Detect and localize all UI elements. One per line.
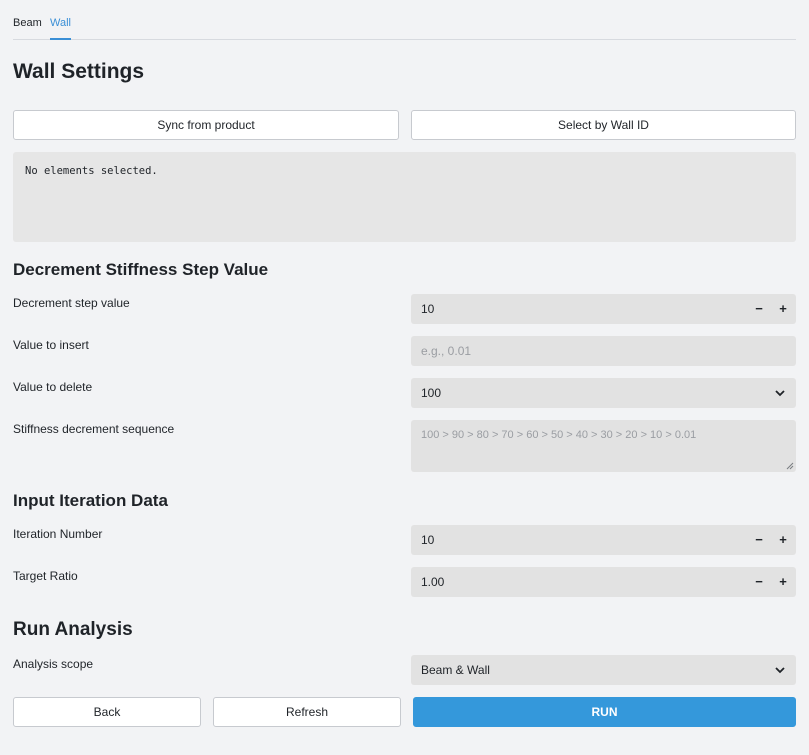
target-ratio-label: Target Ratio <box>13 569 78 583</box>
decrement-step-minus-button[interactable]: − <box>749 294 769 324</box>
decrement-step-label: Decrement step value <box>13 296 130 310</box>
analysis-scope-label: Analysis scope <box>13 657 94 671</box>
select-by-wall-id-button[interactable]: Select by Wall ID <box>411 110 796 140</box>
iteration-number-value[interactable]: 10 <box>421 533 434 547</box>
selection-output: No elements selected. <box>13 152 796 242</box>
target-ratio-minus-button[interactable]: − <box>749 567 769 597</box>
run-heading: Run Analysis <box>13 619 133 640</box>
iteration-number-minus-button[interactable]: − <box>749 525 769 555</box>
iteration-number-stepper[interactable]: 10 − + <box>411 525 796 555</box>
tab-beam[interactable]: Beam <box>13 15 42 40</box>
tab-wall[interactable]: Wall <box>50 15 71 40</box>
insert-value-label: Value to insert <box>13 338 89 352</box>
target-ratio-stepper[interactable]: 1.00 − + <box>411 567 796 597</box>
delete-value-selected: 100 <box>421 386 442 400</box>
analysis-scope-select[interactable]: Beam & Wall <box>411 655 796 685</box>
sync-from-product-button[interactable]: Sync from product <box>13 110 399 140</box>
chevron-down-icon[interactable] <box>774 387 786 399</box>
iteration-heading: Input Iteration Data <box>13 491 168 510</box>
back-button[interactable]: Back <box>13 697 201 727</box>
decrement-heading: Decrement Stiffness Step Value <box>13 260 269 279</box>
decrement-step-value[interactable]: 10 <box>421 302 434 316</box>
insert-value-field-wrap <box>411 336 796 366</box>
resize-handle-icon[interactable] <box>786 462 794 470</box>
decrement-step-plus-button[interactable]: + <box>773 294 793 324</box>
refresh-button[interactable]: Refresh <box>213 697 401 727</box>
insert-value-input[interactable] <box>421 344 721 358</box>
iteration-number-plus-button[interactable]: + <box>773 525 793 555</box>
sequence-label: Stiffness decrement sequence <box>13 422 175 436</box>
delete-value-label: Value to delete <box>13 380 93 394</box>
delete-value-select[interactable]: 100 <box>411 378 796 408</box>
sequence-textarea[interactable]: 100 > 90 > 80 > 70 > 60 > 50 > 40 > 30 >… <box>411 420 796 472</box>
target-ratio-plus-button[interactable]: + <box>773 567 793 597</box>
iteration-number-label: Iteration Number <box>13 527 103 541</box>
target-ratio-value[interactable]: 1.00 <box>421 575 444 589</box>
page-title: Wall Settings <box>13 60 145 83</box>
run-button[interactable]: RUN <box>413 697 796 727</box>
tab-bar: Beam Wall <box>13 15 796 40</box>
decrement-step-stepper[interactable]: 10 − + <box>411 294 796 324</box>
chevron-down-icon[interactable] <box>774 664 786 676</box>
sequence-text: 100 > 90 > 80 > 70 > 60 > 50 > 40 > 30 >… <box>421 429 697 441</box>
analysis-scope-selected: Beam & Wall <box>421 663 490 677</box>
